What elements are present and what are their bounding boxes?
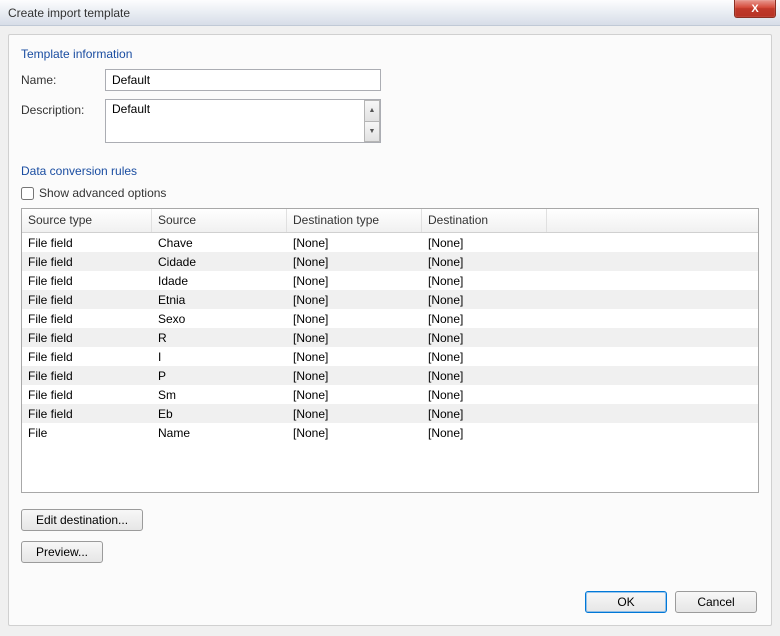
- show-advanced-label: Show advanced options: [39, 186, 166, 200]
- header-spacer: [547, 209, 758, 232]
- header-destination[interactable]: Destination: [422, 209, 547, 232]
- cell-dt: [None]: [287, 406, 422, 422]
- description-row: Description: ▲ ▼: [21, 99, 759, 146]
- table-body: File fieldChave[None][None]File fieldCid…: [22, 233, 758, 442]
- rules-table: Source type Source Destination type Dest…: [21, 208, 759, 493]
- cell-d: [None]: [422, 406, 758, 422]
- name-row: Name:: [21, 69, 759, 91]
- cell-d: [None]: [422, 368, 758, 384]
- ok-button[interactable]: OK: [585, 591, 667, 613]
- table-header: Source type Source Destination type Dest…: [22, 209, 758, 233]
- spin-up-button[interactable]: ▲: [364, 100, 380, 122]
- header-source[interactable]: Source: [152, 209, 287, 232]
- cell-st: File field: [22, 273, 152, 289]
- cell-d: [None]: [422, 235, 758, 251]
- cell-src: Sexo: [152, 311, 287, 327]
- cell-st: File field: [22, 311, 152, 327]
- template-info-heading: Template information: [21, 47, 759, 61]
- header-source-type[interactable]: Source type: [22, 209, 152, 232]
- table-row[interactable]: File fieldSm[None][None]: [22, 385, 758, 404]
- name-label: Name:: [21, 69, 105, 91]
- cell-src: Chave: [152, 235, 287, 251]
- cell-dt: [None]: [287, 349, 422, 365]
- cell-st: File field: [22, 254, 152, 270]
- cell-src: I: [152, 349, 287, 365]
- titlebar: Create import template X: [0, 0, 780, 26]
- cell-dt: [None]: [287, 254, 422, 270]
- cell-src: P: [152, 368, 287, 384]
- window-title: Create import template: [8, 6, 130, 20]
- cell-dt: [None]: [287, 292, 422, 308]
- name-input[interactable]: [105, 69, 381, 91]
- cell-dt: [None]: [287, 311, 422, 327]
- dialog-body: Template information Name: Description: …: [8, 34, 772, 626]
- close-button[interactable]: X: [734, 0, 776, 18]
- cell-src: R: [152, 330, 287, 346]
- cell-st: File field: [22, 406, 152, 422]
- cell-dt: [None]: [287, 425, 422, 441]
- table-row[interactable]: File fieldP[None][None]: [22, 366, 758, 385]
- cell-dt: [None]: [287, 368, 422, 384]
- edit-destination-button[interactable]: Edit destination...: [21, 509, 143, 531]
- table-row[interactable]: File fieldChave[None][None]: [22, 233, 758, 252]
- preview-button[interactable]: Preview...: [21, 541, 103, 563]
- chevron-down-icon: ▼: [369, 128, 376, 135]
- dialog-footer: OK Cancel: [585, 591, 757, 613]
- description-input[interactable]: [105, 99, 381, 143]
- cell-d: [None]: [422, 254, 758, 270]
- description-label: Description:: [21, 99, 105, 146]
- cell-d: [None]: [422, 330, 758, 346]
- conversion-section: Data conversion rules Show advanced opti…: [21, 164, 759, 563]
- table-row[interactable]: File fieldEtnia[None][None]: [22, 290, 758, 309]
- cell-src: Name: [152, 425, 287, 441]
- cell-d: [None]: [422, 425, 758, 441]
- table-row[interactable]: File fieldIdade[None][None]: [22, 271, 758, 290]
- cell-src: Eb: [152, 406, 287, 422]
- cancel-button[interactable]: Cancel: [675, 591, 757, 613]
- template-info-section: Template information Name: Description: …: [21, 47, 759, 146]
- cell-dt: [None]: [287, 235, 422, 251]
- cell-d: [None]: [422, 311, 758, 327]
- show-advanced-row[interactable]: Show advanced options: [21, 186, 759, 200]
- cell-st: File field: [22, 292, 152, 308]
- cell-st: File field: [22, 349, 152, 365]
- cell-d: [None]: [422, 387, 758, 403]
- cell-d: [None]: [422, 349, 758, 365]
- show-advanced-checkbox[interactable]: [21, 187, 34, 200]
- cell-dt: [None]: [287, 387, 422, 403]
- table-row[interactable]: FileName[None][None]: [22, 423, 758, 442]
- conversion-heading: Data conversion rules: [21, 164, 759, 178]
- table-row[interactable]: File fieldI[None][None]: [22, 347, 758, 366]
- chevron-up-icon: ▲: [369, 107, 376, 114]
- cell-d: [None]: [422, 292, 758, 308]
- cell-src: Cidade: [152, 254, 287, 270]
- cell-st: File: [22, 425, 152, 441]
- table-row[interactable]: File fieldSexo[None][None]: [22, 309, 758, 328]
- table-row[interactable]: File fieldEb[None][None]: [22, 404, 758, 423]
- close-icon: X: [751, 3, 758, 15]
- cell-d: [None]: [422, 273, 758, 289]
- cell-dt: [None]: [287, 273, 422, 289]
- table-row[interactable]: File fieldR[None][None]: [22, 328, 758, 347]
- cell-st: File field: [22, 330, 152, 346]
- table-row[interactable]: File fieldCidade[None][None]: [22, 252, 758, 271]
- spin-buttons: ▲ ▼: [364, 100, 380, 142]
- cell-st: File field: [22, 235, 152, 251]
- cell-dt: [None]: [287, 330, 422, 346]
- cell-st: File field: [22, 368, 152, 384]
- cell-src: Sm: [152, 387, 287, 403]
- cell-src: Idade: [152, 273, 287, 289]
- spin-down-button[interactable]: ▼: [364, 122, 380, 143]
- header-dest-type[interactable]: Destination type: [287, 209, 422, 232]
- cell-src: Etnia: [152, 292, 287, 308]
- cell-st: File field: [22, 387, 152, 403]
